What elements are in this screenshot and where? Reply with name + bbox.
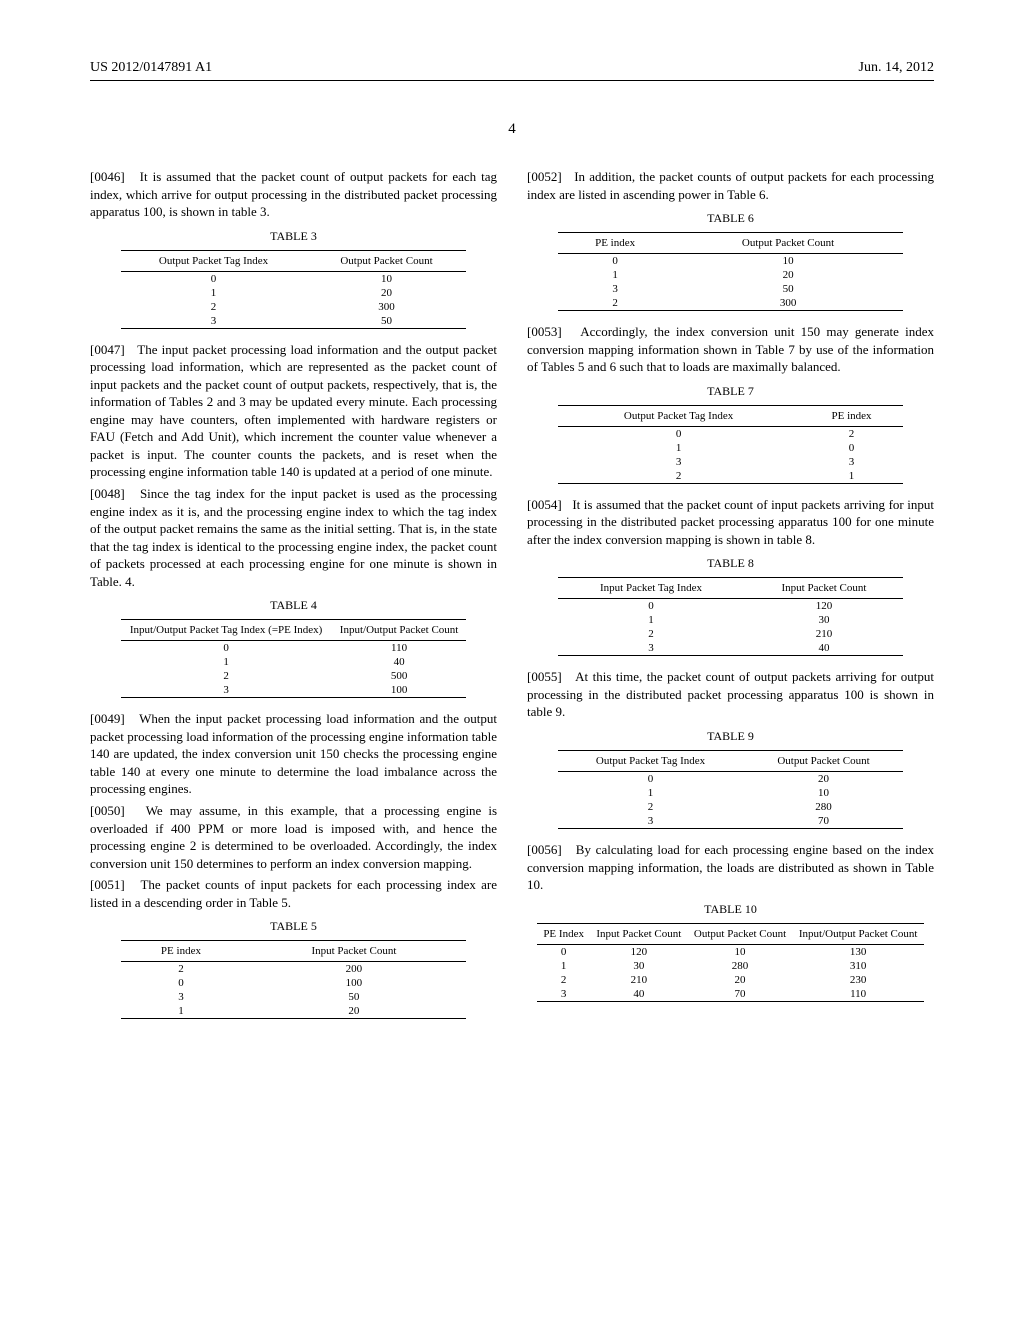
paragraph-0046: [0046] It is assumed that the packet cou… [90, 168, 497, 221]
publication-date: Jun. 14, 2012 [859, 60, 934, 76]
table-row: 221020230 [537, 973, 924, 987]
table-row: 0100 [121, 976, 467, 990]
content-columns: [0046] It is assumed that the packet cou… [90, 168, 934, 1031]
paragraph-0053: [0053] Accordingly, the index conversion… [527, 323, 934, 376]
table10: PE IndexInput Packet CountOutput Packet … [537, 923, 924, 1002]
table7-caption: TABLE 7 [527, 384, 934, 399]
table10-caption: TABLE 10 [527, 902, 934, 917]
publication-number: US 2012/0147891 A1 [90, 60, 212, 76]
paragraph-0050: [0050] We may assume, in this example, t… [90, 802, 497, 872]
table-row: 020 [558, 772, 904, 787]
table-row: 2210 [558, 627, 904, 641]
table5: PE indexInput Packet Count 2200 0100 350… [121, 940, 467, 1019]
table-row: 34070110 [537, 987, 924, 1002]
table-row: 110 [558, 786, 904, 800]
table8: Input Packet Tag IndexInput Packet Count… [558, 577, 904, 656]
page-number: 4 [90, 121, 934, 138]
table-row: 33 [558, 455, 904, 469]
th: Output Packet Tag Index [121, 250, 307, 271]
table-row: 350 [121, 990, 467, 1004]
table-row: 2200 [121, 962, 467, 977]
table-row: 2300 [558, 296, 904, 311]
paragraph-0055: [0055] At this time, the packet count of… [527, 668, 934, 721]
table-row: 2300 [121, 300, 467, 314]
table-row: 130 [558, 613, 904, 627]
table8-caption: TABLE 8 [527, 556, 934, 571]
table-row: 21 [558, 469, 904, 484]
table-row: 02 [558, 426, 904, 441]
table3-caption: TABLE 3 [90, 229, 497, 244]
table6-caption: TABLE 6 [527, 211, 934, 226]
table-row: 350 [121, 314, 467, 329]
paragraph-0047: [0047] The input packet processing load … [90, 341, 497, 481]
table4-caption: TABLE 4 [90, 598, 497, 613]
table-row: 10 [558, 441, 904, 455]
table-row: 350 [558, 282, 904, 296]
table-row: 010 [558, 254, 904, 269]
table-row: 340 [558, 641, 904, 656]
page-header: US 2012/0147891 A1 Jun. 14, 2012 [90, 60, 934, 81]
table-row: 120 [121, 1004, 467, 1019]
paragraph-0052: [0052] In addition, the packet counts of… [527, 168, 934, 203]
table6: PE indexOutput Packet Count 010 120 350 … [558, 232, 904, 311]
paragraph-0048: [0048] Since the tag index for the input… [90, 485, 497, 590]
table3: Output Packet Tag IndexOutput Packet Cou… [121, 250, 467, 329]
right-column: [0052] In addition, the packet counts of… [527, 168, 934, 1031]
table-row: 120 [558, 268, 904, 282]
para-num: [0046] [90, 169, 125, 184]
table-row: 0120 [558, 599, 904, 614]
table-row: 370 [558, 814, 904, 829]
table-row: 010 [121, 271, 467, 286]
table-row: 012010130 [537, 944, 924, 959]
table9-caption: TABLE 9 [527, 729, 934, 744]
para-text: It is assumed that the packet count of o… [90, 169, 497, 219]
paragraph-0056: [0056] By calculating load for each proc… [527, 841, 934, 894]
paragraph-0049: [0049] When the input packet processing … [90, 710, 497, 798]
table-row: 3100 [121, 683, 467, 698]
th: Output Packet Count [307, 250, 467, 271]
table5-caption: TABLE 5 [90, 919, 497, 934]
table-row: 0110 [121, 641, 467, 656]
paragraph-0051: [0051] The packet counts of input packet… [90, 876, 497, 911]
table4: Input/Output Packet Tag Index (=PE Index… [121, 619, 467, 698]
table-row: 2280 [558, 800, 904, 814]
table9: Output Packet Tag IndexOutput Packet Cou… [558, 750, 904, 829]
table-row: 130280310 [537, 959, 924, 973]
table7: Output Packet Tag IndexPE index 02 10 33… [558, 405, 904, 484]
table-row: 140 [121, 655, 467, 669]
table-row: 120 [121, 286, 467, 300]
table-row: 2500 [121, 669, 467, 683]
left-column: [0046] It is assumed that the packet cou… [90, 168, 497, 1031]
paragraph-0054: [0054] It is assumed that the packet cou… [527, 496, 934, 549]
